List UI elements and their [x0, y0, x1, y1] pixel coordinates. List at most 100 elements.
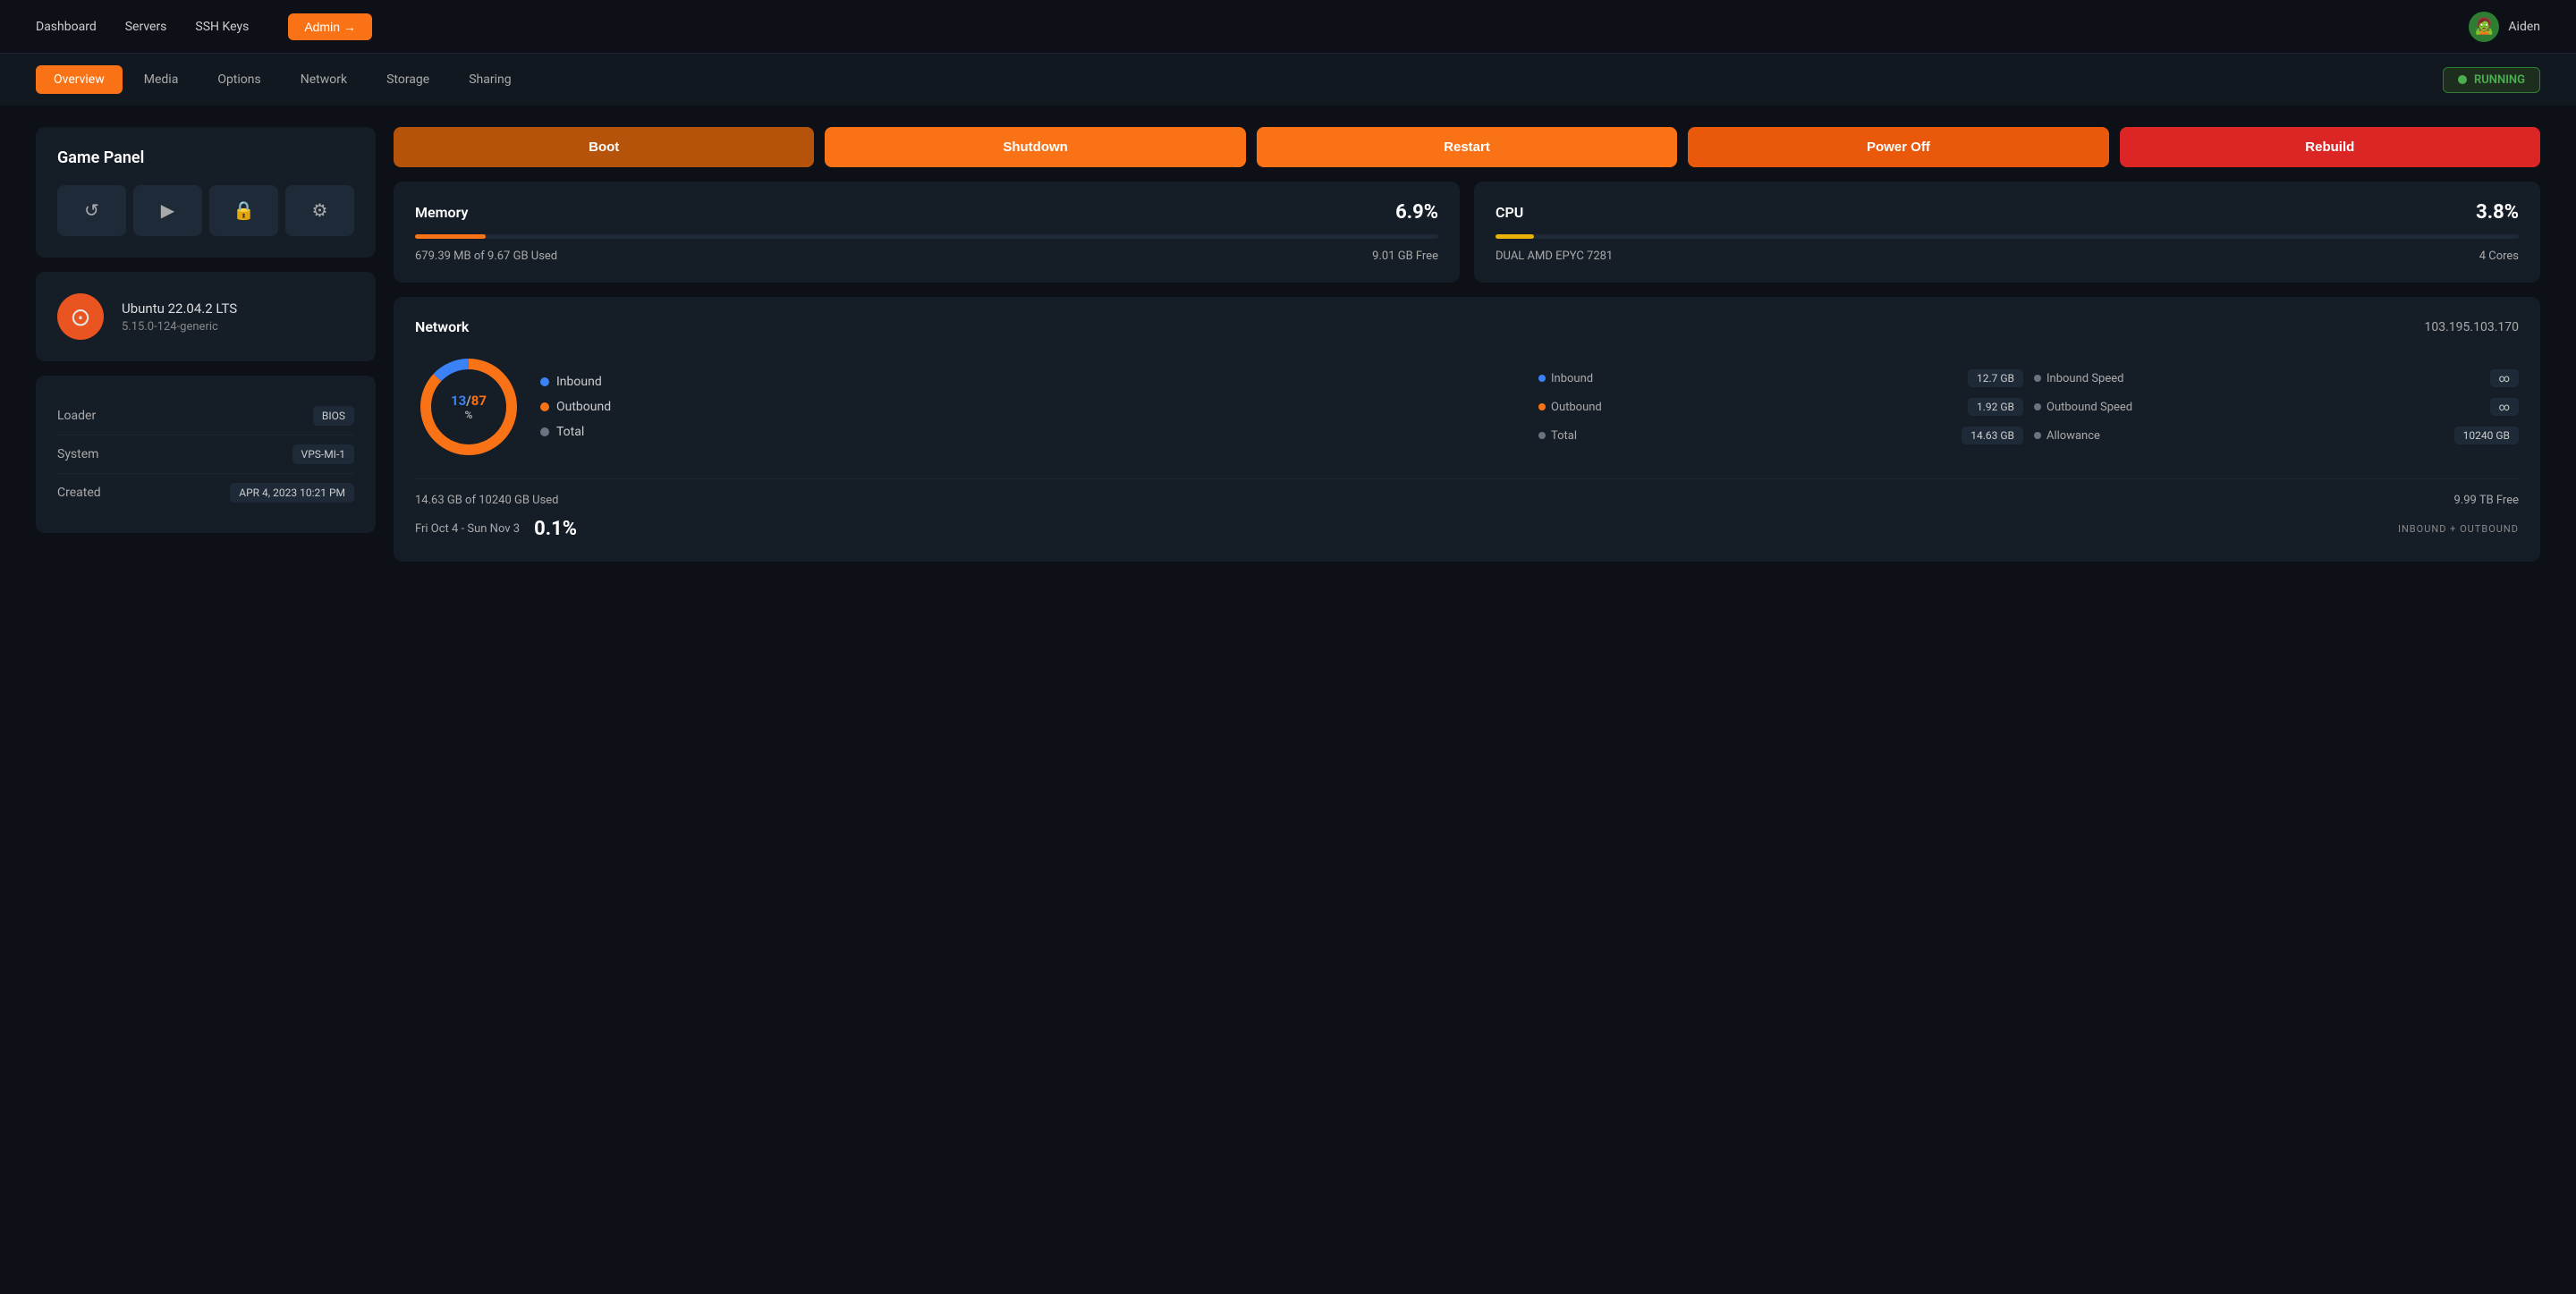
right-column: Boot Shutdown Restart Power Off Rebuild …: [394, 127, 2540, 562]
net-icon-total: [1538, 432, 1546, 439]
cpu-title: CPU: [1496, 204, 1523, 221]
username[interactable]: Aiden: [2508, 20, 2540, 34]
legend-label-outbound: Outbound: [556, 400, 611, 414]
legend-label-total: Total: [556, 425, 584, 439]
network-title: Network: [415, 318, 469, 335]
cpu-model: DUAL AMD EPYC 7281: [1496, 249, 1613, 263]
os-name: Ubuntu 22.04.2 LTS: [122, 300, 237, 317]
game-icon-refresh[interactable]: ↺: [57, 185, 126, 236]
network-footer-row2: Fri Oct 4 - Sun Nov 3 0.1% INBOUND + OUT…: [415, 518, 2519, 540]
tab-media[interactable]: Media: [126, 65, 197, 94]
sys-value-system: VPS-MI-1: [292, 444, 354, 464]
network-card: Network 103.195.103.170 13/87: [394, 297, 2540, 562]
net-stat-inbound: Inbound 12.7 GB: [1538, 369, 2023, 387]
net-val-outbound-speed: ∞: [2490, 398, 2519, 416]
network-body: 13/87 % Inbound Outbound: [415, 353, 2519, 461]
cpu-bar-bg: [1496, 234, 2519, 239]
memory-details: 679.39 MB of 9.67 GB Used 9.01 GB Free: [415, 249, 1438, 263]
legend-inbound: Inbound: [540, 375, 1521, 389]
os-icon: ⊙: [57, 293, 104, 340]
legend-dot-outbound: [540, 402, 549, 411]
network-free-label: 9.99 TB Free: [2454, 494, 2520, 507]
net-val-inbound-speed: ∞: [2490, 369, 2519, 387]
sys-label-loader: Loader: [57, 409, 96, 423]
memory-title: Memory: [415, 204, 468, 221]
shutdown-button[interactable]: Shutdown: [825, 127, 1245, 167]
main-content: Game Panel ↺ ▶ 🔒 ⚙ ⊙ Ubuntu 22.04.2 LTS …: [0, 106, 2576, 583]
game-icon-settings[interactable]: ⚙: [285, 185, 354, 236]
cpu-cores: 4 Cores: [2479, 249, 2519, 263]
cpu-bar-fill: [1496, 234, 1534, 239]
tab-storage[interactable]: Storage: [369, 65, 447, 94]
game-panel-icons: ↺ ▶ 🔒 ⚙: [57, 185, 354, 236]
restart-button[interactable]: Restart: [1257, 127, 1677, 167]
donut-out-val: 87: [471, 393, 487, 409]
sys-label-created: Created: [57, 486, 101, 500]
network-usage-pct: 0.1%: [534, 518, 577, 540]
net-val-allowance: 10240 GB: [2454, 427, 2519, 444]
network-ip: 103.195.103.170: [2425, 320, 2520, 334]
running-label: RUNNING: [2474, 73, 2525, 87]
sys-value-created: APR 4, 2023 10:21 PM: [230, 483, 354, 503]
network-inbound-outbound-label: INBOUND + OUTBOUND: [2398, 523, 2519, 535]
os-kernel: 5.15.0-124-generic: [122, 320, 237, 334]
legend-total: Total: [540, 425, 1521, 439]
net-label-inbound: Inbound: [1538, 372, 1593, 385]
tab-overview[interactable]: Overview: [36, 65, 123, 94]
nav-servers[interactable]: Servers: [125, 20, 167, 34]
network-date-range: Fri Oct 4 - Sun Nov 3: [415, 522, 520, 536]
net-stat-allowance: Allowance 10240 GB: [2034, 427, 2519, 444]
avatar: 🧟: [2469, 12, 2499, 42]
donut-label: 13/87 %: [451, 393, 487, 421]
net-label-inbound-speed: Inbound Speed: [2034, 372, 2123, 385]
os-card: ⊙ Ubuntu 22.04.2 LTS 5.15.0-124-generic: [36, 272, 376, 361]
sys-row-created: Created APR 4, 2023 10:21 PM: [57, 474, 354, 512]
poweroff-button[interactable]: Power Off: [1688, 127, 2108, 167]
cpu-card: CPU 3.8% DUAL AMD EPYC 7281 4 Cores: [1474, 182, 2540, 283]
memory-card: Memory 6.9% 679.39 MB of 9.67 GB Used 9.…: [394, 182, 1460, 283]
net-val-total: 14.63 GB: [1962, 427, 2023, 444]
action-buttons: Boot Shutdown Restart Power Off Rebuild: [394, 127, 2540, 167]
legend-dot-inbound: [540, 377, 549, 386]
boot-button[interactable]: Boot: [394, 127, 814, 167]
stats-row: Memory 6.9% 679.39 MB of 9.67 GB Used 9.…: [394, 182, 2540, 283]
sys-row-loader: Loader BIOS: [57, 397, 354, 436]
legend-outbound: Outbound: [540, 400, 1521, 414]
net-label-outbound: Outbound: [1538, 401, 1602, 414]
network-footer-row1: 14.63 GB of 10240 GB Used 9.99 TB Free: [415, 494, 2519, 507]
sub-nav: Overview Media Options Network Storage S…: [0, 54, 2576, 106]
net-stat-total: Total 14.63 GB: [1538, 427, 2023, 444]
network-header: Network 103.195.103.170: [415, 318, 2519, 335]
tab-sharing[interactable]: Sharing: [451, 65, 529, 94]
cpu-percent: 3.8%: [2476, 201, 2519, 224]
nav-dashboard[interactable]: Dashboard: [36, 20, 97, 34]
game-icon-console[interactable]: ▶: [133, 185, 202, 236]
memory-header: Memory 6.9%: [415, 201, 1438, 224]
user-area: 🧟 Aiden: [2469, 12, 2540, 42]
nav-ssh-keys[interactable]: SSH Keys: [195, 20, 249, 34]
net-icon-outbound: [1538, 403, 1546, 410]
admin-button[interactable]: Admin →: [288, 13, 372, 40]
network-used-label: 14.63 GB of 10240 GB Used: [415, 494, 559, 507]
net-label-total: Total: [1538, 429, 1577, 443]
net-label-outbound-speed: Outbound Speed: [2034, 401, 2132, 414]
os-info: Ubuntu 22.04.2 LTS 5.15.0-124-generic: [122, 300, 237, 334]
net-val-inbound: 12.7 GB: [1968, 369, 2023, 387]
sys-value-loader: BIOS: [313, 406, 354, 426]
donut-in-val: 13: [451, 393, 466, 409]
rebuild-button[interactable]: Rebuild: [2120, 127, 2540, 167]
tab-network[interactable]: Network: [283, 65, 365, 94]
memory-percent: 6.9%: [1395, 201, 1438, 224]
memory-free: 9.01 GB Free: [1372, 249, 1438, 263]
running-badge: RUNNING: [2443, 67, 2540, 93]
tab-options[interactable]: Options: [199, 65, 278, 94]
cpu-details: DUAL AMD EPYC 7281 4 Cores: [1496, 249, 2519, 263]
game-icon-lock[interactable]: 🔒: [209, 185, 278, 236]
net-stat-outbound-speed: Outbound Speed ∞: [2034, 398, 2519, 416]
donut-chart: 13/87 %: [415, 353, 522, 461]
net-stat-inbound-speed: Inbound Speed ∞: [2034, 369, 2519, 387]
legend-dot-total: [540, 427, 549, 436]
top-nav: Dashboard Servers SSH Keys Admin → 🧟 Aid…: [0, 0, 2576, 54]
net-icon-allowance: [2034, 432, 2041, 439]
sys-label-system: System: [57, 447, 98, 461]
